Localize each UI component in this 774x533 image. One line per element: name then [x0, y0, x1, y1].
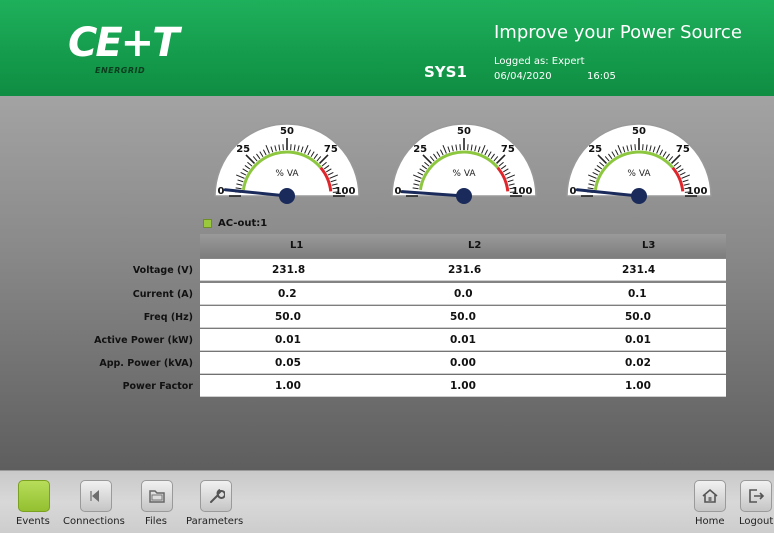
cell-current-l3: 0.1: [628, 288, 647, 300]
home-icon: [702, 488, 718, 503]
gauge-scale-label: 0: [570, 186, 577, 197]
cell-current-l1: 0.2: [278, 288, 297, 300]
gauge-l2-dial: 0 25 50 75 100 % VA: [391, 123, 537, 204]
logout-label: Logout: [739, 516, 774, 527]
gauge-l1: 0 25 50 75 100 % VA: [209, 118, 365, 214]
current-time: 16:05: [587, 71, 616, 82]
files-label: Files: [145, 516, 167, 527]
cell-active-power-l3: 0.01: [625, 334, 651, 346]
gauge-scale-label: 25: [588, 144, 602, 155]
column-header-l2: L2: [468, 240, 482, 251]
gauge-scale-label: 0: [395, 186, 402, 197]
logout-button[interactable]: [740, 480, 772, 512]
gauge-scale-label: 50: [632, 126, 646, 137]
gauge-scale-label: 50: [457, 126, 471, 137]
events-button[interactable]: [18, 480, 50, 512]
gauge-scale-label: 25: [236, 144, 250, 155]
home-label: Home: [695, 516, 725, 527]
parameters-button[interactable]: [200, 480, 232, 512]
row-label-active-power: Active Power (kW): [94, 335, 193, 346]
table-header: L1 L2 L3: [200, 234, 726, 258]
gauge-unit-label: % VA: [452, 169, 476, 179]
gauge-hub: [456, 188, 472, 204]
gauge-l2: 0 25 50 75 100 % VA: [386, 118, 542, 214]
row-label-freq: Freq (Hz): [143, 312, 193, 323]
row-label-power-factor: Power Factor: [122, 381, 193, 392]
row-label-app-power: App. Power (kVA): [99, 358, 193, 369]
cell-current-l2: 0.0: [454, 288, 473, 300]
home-button[interactable]: [694, 480, 726, 512]
gauge-scale-label: 25: [413, 144, 427, 155]
play-icon: [90, 490, 99, 502]
cell-power-factor-l3: 1.00: [625, 380, 651, 392]
gauge-unit-label: % VA: [275, 169, 299, 179]
app-header: CE+T ENERGRID SYS1 Improve your Power So…: [0, 0, 774, 96]
logout-icon: [749, 489, 765, 503]
cell-app-power-l3: 0.02: [625, 357, 651, 369]
gauge-scale-label: 100: [687, 186, 708, 197]
gauge-hub: [631, 188, 647, 204]
parameters-label: Parameters: [186, 516, 244, 527]
table-row: 231.8 231.6 231.4: [200, 259, 726, 281]
cell-active-power-l2: 0.01: [450, 334, 476, 346]
gauge-hub: [279, 188, 295, 204]
ac-out-label: AC-out:1: [218, 218, 268, 229]
cell-freq-l1: 50.0: [275, 311, 301, 323]
table-row: 0.05 0.00 0.02: [200, 352, 726, 374]
files-button[interactable]: [141, 480, 173, 512]
brand-logo-subtitle: ENERGRID: [95, 66, 146, 75]
cell-freq-l2: 50.0: [450, 311, 476, 323]
gauge-l3: 0 25 50 75 100 % VA: [561, 118, 717, 214]
events-label: Events: [16, 516, 50, 527]
folder-icon: [149, 490, 165, 503]
cell-voltage-l3: 231.4: [622, 264, 656, 276]
table-row: 50.0 50.0 50.0: [200, 306, 726, 328]
gauge-unit-label: % VA: [627, 169, 651, 179]
column-header-l3: L3: [642, 240, 656, 251]
connections-button[interactable]: [80, 480, 112, 512]
wrench-icon: [210, 489, 225, 503]
column-header-l1: L1: [290, 240, 304, 251]
table-row: 1.00 1.00 1.00: [200, 375, 726, 397]
gauge-l1-dial: 0 25 50 75 100 % VA: [214, 123, 360, 204]
cell-power-factor-l1: 1.00: [275, 380, 301, 392]
gauge-scale-label: 100: [335, 186, 356, 197]
cell-voltage-l1: 231.8: [272, 264, 306, 276]
row-label-voltage: Voltage (V): [132, 265, 193, 276]
cell-app-power-l1: 0.05: [275, 357, 301, 369]
table-row: 0.01 0.01 0.01: [200, 329, 726, 351]
cell-voltage-l2: 231.6: [448, 264, 482, 276]
gauge-scale-label: 50: [280, 126, 294, 137]
current-date: 06/04/2020: [494, 71, 552, 82]
gauge-l3-dial: 0 25 50 75 100 % VA: [566, 123, 712, 204]
system-name: SYS1: [424, 63, 467, 81]
table-row: 0.2 0.0 0.1: [200, 283, 726, 305]
cell-app-power-l2: 0.00: [450, 357, 476, 369]
gauge-scale-label: 75: [324, 144, 338, 155]
connections-label: Connections: [63, 516, 125, 527]
gauge-scale-label: 75: [676, 144, 690, 155]
cell-active-power-l1: 0.01: [275, 334, 301, 346]
tagline: Improve your Power Source: [494, 22, 742, 43]
logged-in-user: Logged as: Expert: [494, 56, 585, 67]
cell-power-factor-l2: 1.00: [450, 380, 476, 392]
cell-freq-l3: 50.0: [625, 311, 651, 323]
gauge-scale-label: 0: [218, 186, 225, 197]
brand-logo: CE+T: [68, 20, 179, 66]
gauge-scale-label: 100: [512, 186, 533, 197]
row-label-current: Current (A): [132, 289, 193, 300]
gauge-scale-label: 75: [501, 144, 515, 155]
ac-out-indicator: [203, 219, 212, 228]
